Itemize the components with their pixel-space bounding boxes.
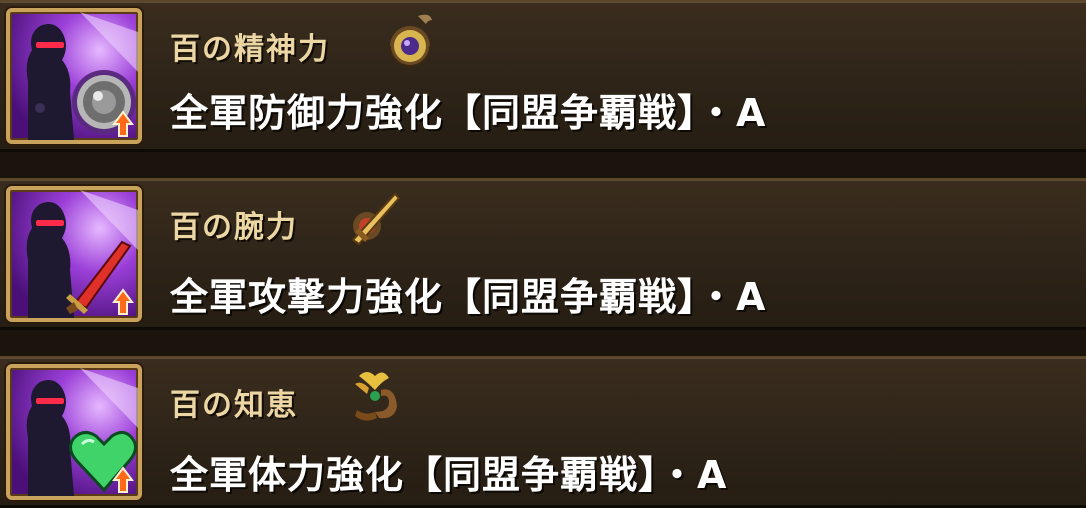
shield-emblem-icon [389, 14, 432, 67]
scroll-emblem-icon [355, 372, 397, 421]
skill-description: 全軍体力強化【同盟争覇戦】・A [170, 453, 728, 497]
skill-row[interactable]: 百の腕力 全軍攻撃力強化【同盟争覇戦】・A [0, 178, 1086, 330]
skill-title: 百の精神力 [170, 32, 330, 67]
knight-sword-icon [26, 190, 138, 318]
knight-shield-icon [26, 12, 138, 140]
skill-description: 全軍攻撃力強化【同盟争覇戦】・A [170, 275, 767, 319]
skill-row[interactable]: 百の知恵 全軍体力強化【同盟争覇戦】・A [0, 356, 1086, 508]
skill-description: 全軍防御力強化【同盟争覇戦】・A [170, 91, 767, 135]
knight-heart-icon [26, 368, 138, 496]
skill-title: 百の知恵 [170, 388, 298, 423]
skill-thumbnail [6, 186, 142, 322]
skill-thumbnail [6, 8, 142, 144]
skill-list: 百の精神力 全軍防御力強化【同盟争覇戦】・A 百の腕力 全軍攻撃力強化【同盟争覇… [0, 0, 1086, 508]
skill-row[interactable]: 百の精神力 全軍防御力強化【同盟争覇戦】・A [0, 0, 1086, 152]
skill-title: 百の腕力 [170, 210, 298, 245]
skill-thumbnail [6, 364, 142, 500]
sword-emblem-icon [351, 192, 401, 246]
